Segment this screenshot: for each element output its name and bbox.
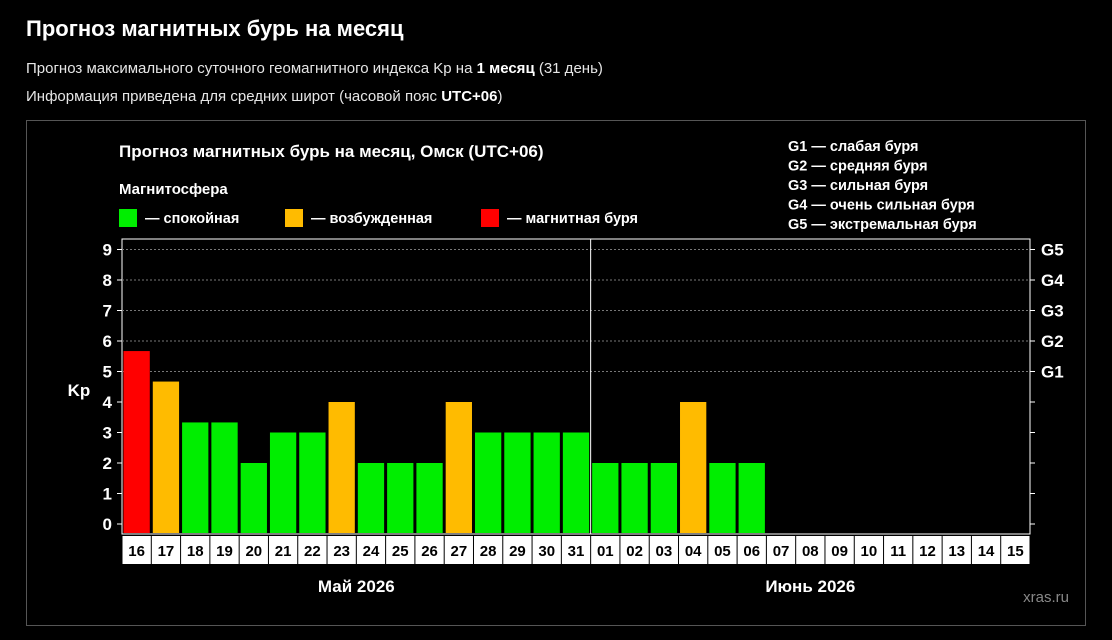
bar-04 (680, 402, 707, 533)
bar-30 (533, 432, 560, 533)
x-tick-label: 23 (333, 543, 350, 560)
x-tick-label: 27 (450, 543, 467, 560)
legend-label-excited: — возбужденная (311, 211, 432, 227)
bar-01 (592, 463, 619, 533)
x-tick-label: 07 (773, 543, 790, 560)
bar-16 (123, 351, 150, 533)
bar-24 (357, 463, 385, 533)
x-tick-label: 18 (187, 543, 204, 560)
x-tick-label: 31 (568, 543, 585, 560)
y-tick-label: 4 (103, 393, 113, 412)
x-tick-label: 20 (245, 543, 262, 560)
x-tick-label: 30 (538, 543, 555, 560)
storm-level-legend-G4: G4 — очень сильная буря (788, 198, 975, 214)
x-tick-label: 16 (128, 543, 145, 560)
bar-21 (269, 432, 297, 533)
bar-03 (650, 463, 678, 533)
legend-swatch-storm (481, 209, 499, 227)
x-tick-label: 01 (597, 543, 614, 560)
right-axis-label-G2: G2 (1041, 332, 1064, 351)
right-axis-label-G1: G1 (1041, 363, 1064, 382)
x-tick-label: 08 (802, 543, 819, 560)
bar-28 (474, 432, 502, 533)
x-tick-label: 24 (363, 543, 380, 560)
x-tick-label: 28 (480, 543, 497, 560)
legend-label-storm: — магнитная буря (507, 211, 638, 227)
x-tick-label: 06 (743, 543, 760, 560)
legend-label-calm: — спокойная (145, 211, 239, 227)
bar-05 (709, 463, 736, 533)
storm-level-legend-G2: G2 — средняя буря (788, 159, 928, 175)
x-tick-label: 26 (421, 543, 438, 560)
bar-17 (152, 381, 180, 533)
month-label-1: Май 2026 (318, 577, 395, 596)
right-axis-label-G5: G5 (1041, 241, 1064, 260)
x-tick-label: 02 (626, 543, 643, 560)
right-axis-label-G3: G3 (1041, 302, 1064, 321)
y-tick-label: 6 (103, 332, 112, 351)
x-tick-label: 11 (890, 543, 906, 560)
x-tick-label: 22 (304, 543, 321, 560)
x-tick-label: 04 (685, 543, 702, 560)
y-tick-label: 7 (103, 302, 112, 321)
legend-swatch-excited (285, 209, 303, 227)
y-tick-label: 1 (103, 485, 112, 504)
x-tick-label: 25 (392, 543, 409, 560)
subtitle-period: Прогноз максимального суточного геомагни… (26, 60, 603, 77)
bar-20 (240, 463, 267, 533)
x-tick-label: 10 (861, 543, 878, 560)
bar-19 (211, 422, 238, 533)
x-tick-label: 14 (978, 543, 995, 560)
bar-27 (445, 402, 472, 533)
x-tick-label: 13 (948, 543, 965, 560)
storm-level-legend-G1: G1 — слабая буря (788, 139, 919, 155)
bar-26 (416, 463, 443, 533)
storm-level-legend-G5: G5 — экстремальная буря (788, 217, 977, 233)
chart-title: Прогноз магнитных бурь на месяц, Омск (U… (119, 142, 544, 161)
y-tick-label: 0 (103, 515, 112, 534)
x-tick-label: 09 (831, 543, 848, 560)
legend-title: Магнитосфера (119, 181, 228, 198)
chart-panel: Прогноз магнитных бурь на месяц, Омск (U… (26, 120, 1086, 626)
bar-25 (387, 463, 414, 533)
x-tick-label: 03 (656, 543, 673, 560)
x-tick-label: 29 (509, 543, 526, 560)
y-tick-label: 8 (103, 271, 112, 290)
right-axis-label-G4: G4 (1041, 271, 1064, 290)
y-tick-label: 5 (103, 363, 112, 382)
watermark: xras.ru (1023, 589, 1069, 606)
month-label-2: Июнь 2026 (765, 577, 855, 596)
y-tick-label: 2 (103, 454, 112, 473)
y-tick-label: 9 (103, 241, 112, 260)
x-tick-label: 05 (714, 543, 731, 560)
storm-level-legend-G3: G3 — сильная буря (788, 178, 928, 194)
bar-29 (504, 432, 531, 533)
x-tick-label: 21 (275, 543, 292, 560)
bar-31 (562, 432, 590, 533)
legend-swatch-calm (119, 209, 137, 227)
kp-forecast-chart: Прогноз магнитных бурь на месяц, Омск (U… (68, 139, 1069, 606)
bar-18 (182, 422, 209, 533)
bar-06 (738, 463, 765, 533)
bar-22 (299, 432, 326, 533)
y-axis-label: Kp (68, 381, 91, 400)
x-tick-label: 12 (919, 543, 936, 560)
bar-02 (621, 463, 648, 533)
x-tick-label: 19 (216, 543, 233, 560)
x-tick-label: 17 (158, 543, 175, 560)
x-tick-label: 15 (1007, 543, 1024, 560)
bar-23 (328, 402, 355, 533)
subtitle-region: Информация приведена для средних широт (… (26, 88, 503, 105)
y-tick-label: 3 (103, 424, 112, 443)
page-title: Прогноз магнитных бурь на месяц (26, 16, 404, 41)
